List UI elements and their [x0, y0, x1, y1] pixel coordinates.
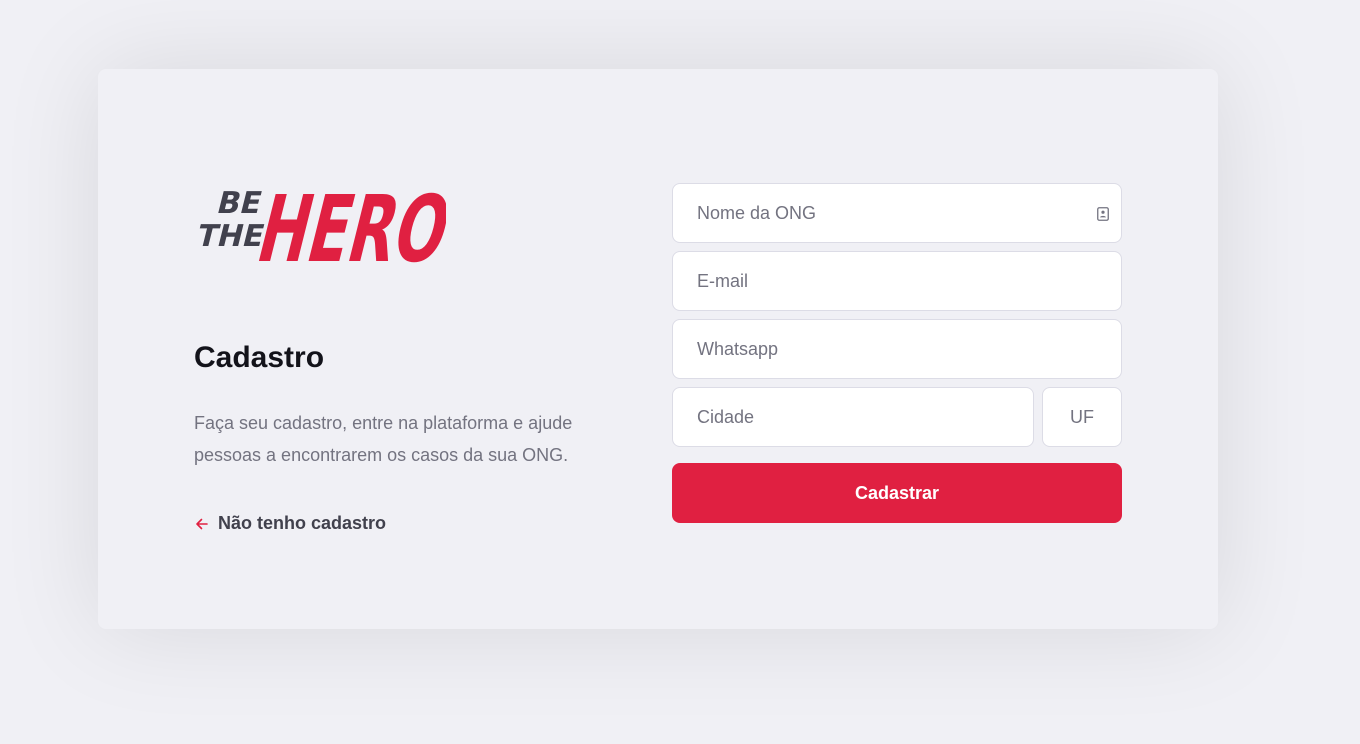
- whatsapp-field: [672, 319, 1122, 379]
- svg-text:HERO: HERO: [248, 176, 446, 273]
- whatsapp-input[interactable]: [673, 320, 1121, 378]
- uf-input[interactable]: [1043, 388, 1121, 446]
- intro-section: BE THE HERO Cadastro Faça seu cadastro, …: [194, 163, 594, 534]
- back-to-login-link[interactable]: Não tenho cadastro: [194, 513, 386, 534]
- register-card: BE THE HERO Cadastro Faça seu cadastro, …: [98, 69, 1218, 629]
- email-field: [672, 251, 1122, 311]
- ong-name-input[interactable]: [673, 184, 1121, 242]
- back-link-label: Não tenho cadastro: [218, 513, 387, 533]
- svg-text:BE: BE: [214, 186, 266, 220]
- email-input[interactable]: [673, 252, 1121, 310]
- page-title: Cadastro: [194, 341, 325, 374]
- page-description: Faça seu cadastro, entre na plataforma e…: [194, 413, 573, 465]
- ong-name-field: [672, 183, 1122, 243]
- uf-field: [1042, 387, 1122, 447]
- be-the-hero-logo: BE THE HERO: [194, 176, 446, 273]
- city-input[interactable]: [673, 388, 1033, 446]
- arrow-left-icon: [196, 518, 208, 529]
- location-row: [672, 387, 1122, 455]
- register-button[interactable]: Cadastrar: [672, 463, 1122, 523]
- contact-card-icon[interactable]: [1097, 207, 1109, 221]
- city-field: [672, 387, 1034, 447]
- register-form: Cadastrar: [672, 183, 1122, 523]
